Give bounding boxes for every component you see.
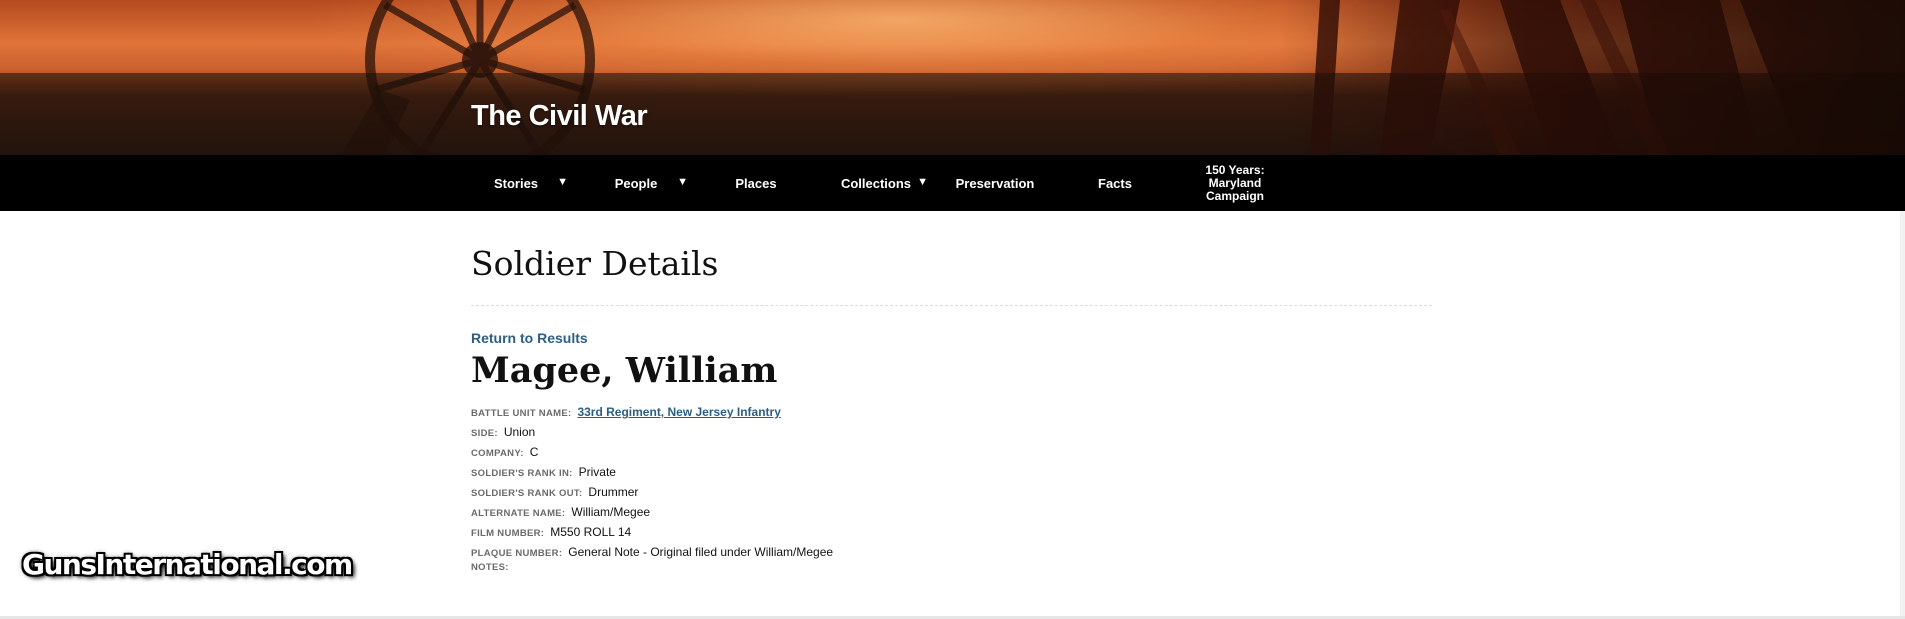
nav-item-people[interactable]: People ▼: [576, 155, 696, 211]
nav-item-facts[interactable]: Facts: [1055, 155, 1175, 211]
banner-shade: [1280, 0, 1905, 155]
divider: [471, 305, 1432, 306]
main-nav: Stories ▼ People ▼ Places Collections ▼ …: [0, 155, 1905, 211]
dropdown-arrow-icon[interactable]: ▼: [557, 176, 568, 188]
soldier-name: Magee, William: [471, 350, 778, 391]
site-title[interactable]: The Civil War: [471, 100, 648, 133]
detail-label: FILM NUMBER:: [471, 528, 545, 539]
return-to-results-link[interactable]: Return to Results: [471, 330, 588, 346]
detail-value: Union: [503, 425, 536, 439]
page-title: Soldier Details: [471, 244, 719, 283]
detail-value: William/Megee: [571, 505, 651, 519]
nav-item-label: People: [614, 175, 658, 191]
detail-label: BATTLE UNIT NAME:: [471, 408, 572, 419]
detail-value: Drummer: [588, 485, 639, 499]
nav-item-label: Places: [735, 175, 777, 191]
detail-row-battle-unit: BATTLE UNIT NAME: 33rd Regiment, New Jer…: [471, 405, 781, 423]
header-banner: The Civil War: [0, 0, 1905, 155]
scrollbar-track[interactable]: [1900, 211, 1905, 619]
nav-item-150-years[interactable]: 150 Years: Maryland Campaign: [1175, 155, 1295, 211]
detail-row-rank-out: SOLDIER'S RANK OUT: Drummer: [471, 485, 638, 503]
dropdown-arrow-icon[interactable]: ▼: [677, 176, 688, 188]
detail-label: COMPANY:: [471, 448, 524, 459]
detail-row-film-number: FILM NUMBER: M550 ROLL 14: [471, 525, 631, 543]
nav-item-label: Collections: [840, 175, 912, 191]
nav-item-preservation[interactable]: Preservation: [935, 155, 1055, 211]
battle-unit-link[interactable]: 33rd Regiment, New Jersey Infantry: [577, 405, 780, 419]
detail-row-company: COMPANY: C: [471, 445, 538, 463]
detail-value: General Note - Original filed under Will…: [568, 545, 834, 559]
detail-row-rank-in: SOLDIER'S RANK IN: Private: [471, 465, 616, 483]
detail-label: SOLDIER'S RANK OUT:: [471, 488, 583, 499]
nav-item-label: Stories: [493, 175, 539, 191]
nav-label-line: Maryland: [1208, 175, 1262, 190]
nav-item-collections[interactable]: Collections ▼: [816, 155, 936, 211]
nav-item-label: 150 Years: Maryland Campaign: [1205, 162, 1265, 203]
dropdown-arrow-icon[interactable]: ▼: [917, 176, 928, 188]
detail-row-notes: NOTES:: [471, 562, 515, 580]
nav-item-label: Preservation: [955, 175, 1035, 191]
nav-label-line: Campaign: [1205, 188, 1264, 203]
detail-label: SIDE:: [471, 428, 498, 439]
nav-item-places[interactable]: Places: [696, 155, 816, 211]
detail-value: C: [529, 445, 539, 459]
detail-label: NOTES:: [471, 562, 509, 573]
detail-value: Private: [578, 465, 616, 479]
detail-label: SOLDIER'S RANK IN:: [471, 468, 573, 479]
nav-item-label: Facts: [1098, 175, 1132, 191]
watermark-logo: GunsInternational.com: [22, 548, 353, 581]
detail-value: M550 ROLL 14: [550, 525, 632, 539]
detail-row-alternate-name: ALTERNATE NAME: William/Megee: [471, 505, 650, 523]
detail-label: PLAQUE NUMBER:: [471, 548, 563, 559]
nav-label-line: 150 Years:: [1205, 162, 1265, 177]
nav-item-stories[interactable]: Stories ▼: [456, 155, 576, 211]
detail-label: ALTERNATE NAME:: [471, 508, 566, 519]
detail-row-side: SIDE: Union: [471, 425, 535, 443]
detail-row-plaque-number: PLAQUE NUMBER: General Note - Original f…: [471, 545, 833, 563]
